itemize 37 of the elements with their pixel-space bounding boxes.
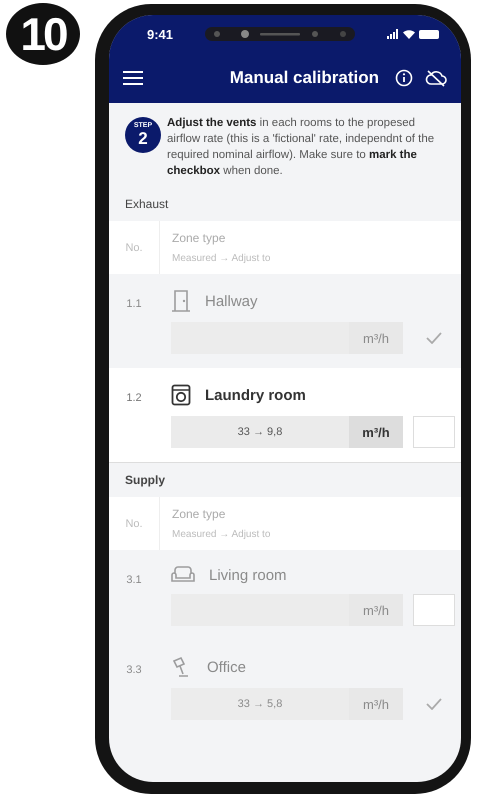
column-header: Zone type: [172, 507, 226, 521]
battery-icon: [419, 30, 439, 38]
column-subheader: Measured → Adjust to: [172, 529, 270, 540]
step-number: 2: [138, 130, 148, 148]
check-icon: [426, 698, 442, 710]
column-header: No.: [125, 518, 143, 530]
menu-icon[interactable]: [123, 70, 143, 86]
airflow-field[interactable]: 33 → 9,8 m³/h: [171, 416, 403, 448]
step-number-badge: 10: [6, 3, 80, 65]
airflow-field[interactable]: 33 → 5,8 m³/h: [171, 688, 403, 720]
cloud-off-icon[interactable]: [425, 69, 447, 87]
zone-name: Living room: [209, 566, 287, 584]
row-number: 3.1: [126, 574, 142, 586]
zone-name: Office: [207, 658, 246, 676]
column-header: Zone type: [172, 231, 226, 245]
zone-name: Hallway: [205, 292, 258, 310]
wifi-icon: [403, 29, 415, 39]
checkbox[interactable]: [413, 416, 455, 448]
row-number: 3.3: [126, 664, 142, 676]
sofa-icon: [171, 566, 195, 584]
checkbox[interactable]: [413, 594, 455, 626]
row-number: 1.2: [126, 392, 142, 404]
washing-machine-icon: [171, 384, 191, 406]
instruction-text: Adjust the vents in each rooms to the propesed airflow rate (this is a 'fictional' rate, independnt of the required nominal airflow). Make sure to mark the checkbox when done.: [167, 116, 436, 179]
airflow-field[interactable]: m³/h: [171, 322, 403, 354]
signal-icon: [387, 29, 399, 39]
column-header: No.: [125, 242, 143, 254]
zone-name: Laundry room: [205, 386, 306, 404]
row-number: 1.1: [126, 298, 142, 310]
status-time: 9:41: [147, 26, 174, 42]
check-icon: [426, 332, 442, 344]
door-icon: [171, 290, 191, 312]
airflow-field[interactable]: m³/h: [171, 594, 403, 626]
column-subheader: Measured → Adjust to: [172, 253, 270, 264]
info-icon[interactable]: [395, 69, 413, 87]
screen-title: Manual calibration: [228, 68, 379, 88]
section-title: Exhaust: [124, 196, 170, 213]
